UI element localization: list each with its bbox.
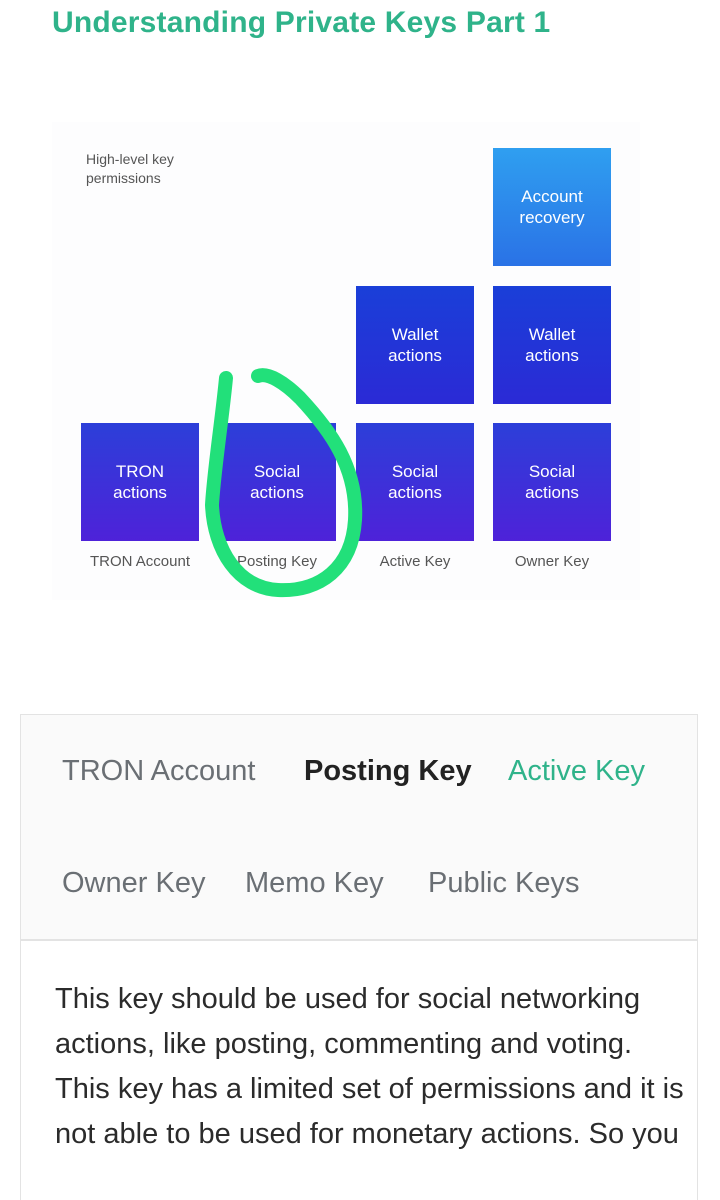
tab-tron-account[interactable]: TRON Account (62, 755, 255, 788)
tab-active-key[interactable]: Active Key (508, 755, 645, 788)
tab-posting-key[interactable]: Posting Key (304, 755, 472, 788)
key-tabs: TRON Account Posting Key Active Key Owne… (20, 714, 698, 940)
tab-public-keys[interactable]: Public Keys (428, 867, 580, 900)
tab-owner-key[interactable]: Owner Key (62, 867, 205, 900)
tab-content-panel: This key should be used for social netwo… (20, 940, 698, 1200)
posting-key-description: This key should be used for social netwo… (55, 983, 684, 1150)
tab-memo-key[interactable]: Memo Key (245, 867, 384, 900)
